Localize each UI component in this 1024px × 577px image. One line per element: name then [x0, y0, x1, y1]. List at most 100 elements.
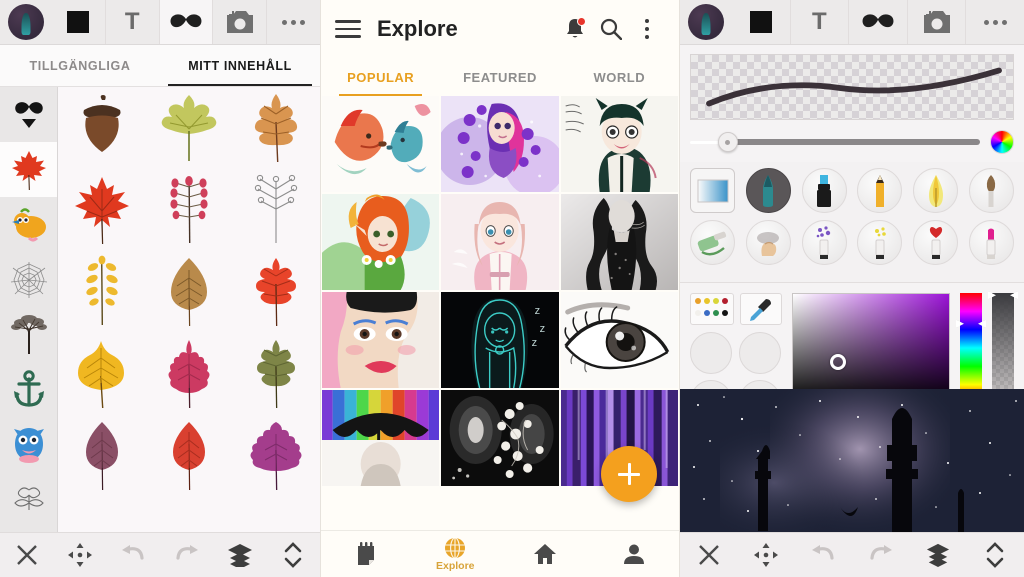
saved-color-slot-2[interactable] — [739, 332, 781, 374]
saturation-value-field[interactable] — [792, 293, 950, 403]
sticker-magenta-scalloped-leaf[interactable] — [233, 415, 320, 497]
sticker-outline-branch[interactable] — [233, 169, 320, 251]
avatar-cell-right[interactable] — [680, 0, 732, 44]
avatar-cell[interactable] — [0, 0, 52, 44]
sticker-pale-lobed-leaf[interactable] — [145, 87, 232, 169]
sticker-pink-serrated-leaf[interactable] — [145, 333, 232, 415]
brush-size-slider-thumb[interactable] — [717, 132, 738, 152]
sticker-tool-button-right[interactable] — [849, 0, 908, 44]
color-square-button-right[interactable] — [732, 0, 791, 44]
nav-notes[interactable] — [321, 542, 411, 566]
text-tool-button[interactable]: T — [105, 0, 160, 44]
add-photo-button-right[interactable] — [907, 0, 967, 44]
alpha-slider[interactable] — [992, 293, 1014, 403]
sticker-olive-oak-leaf[interactable] — [233, 333, 320, 415]
reorder-button[interactable] — [267, 533, 320, 577]
artwork-pastel-pop-face[interactable] — [322, 292, 440, 388]
more-options-button[interactable] — [267, 0, 320, 44]
sticker-yellow-aspen[interactable] — [58, 333, 145, 415]
notifications-button[interactable] — [557, 11, 593, 47]
artwork-green-haired-anime[interactable] — [560, 96, 678, 192]
close-button-right[interactable] — [680, 533, 737, 577]
brush-ink-pen[interactable] — [745, 168, 791, 213]
brush-fan[interactable] — [968, 168, 1014, 213]
layers-button[interactable] — [213, 533, 266, 577]
create-new-button[interactable] — [601, 446, 657, 502]
tab-available[interactable]: TILLGÄNGLIGA — [0, 45, 160, 86]
nav-explore[interactable]: Explore — [411, 536, 501, 572]
brush-spray-sparkle[interactable] — [857, 220, 903, 265]
brush-calligraphy[interactable] — [913, 168, 959, 213]
sticker-purple-leaf[interactable] — [58, 415, 145, 497]
category-maple-leaf[interactable] — [0, 142, 57, 197]
artwork-bw-floral-dark[interactable] — [441, 390, 559, 486]
category-tree[interactable] — [0, 307, 57, 362]
nav-profile[interactable] — [590, 543, 680, 565]
category-mustache[interactable] — [0, 87, 57, 142]
overflow-menu-button[interactable] — [629, 11, 665, 47]
nav-home[interactable] — [500, 543, 590, 565]
tab-popular[interactable]: POPULAR — [321, 58, 440, 96]
sticker-yellow-fern[interactable] — [58, 251, 145, 333]
redo-button[interactable] — [160, 533, 213, 577]
avatar[interactable] — [8, 4, 44, 40]
brush-size-slider[interactable] — [690, 132, 980, 152]
brush-paint-roller[interactable] — [690, 220, 735, 265]
sv-cursor[interactable] — [830, 354, 847, 371]
tab-my-content[interactable]: MITT INNEHÅLL — [160, 45, 320, 86]
category-bird[interactable] — [0, 197, 57, 252]
palette-button[interactable] — [690, 293, 734, 325]
move-button-right[interactable] — [737, 533, 794, 577]
artwork-bw-tattoo-portrait[interactable] — [560, 194, 678, 290]
close-button[interactable] — [0, 533, 53, 577]
brush-gradient-tool[interactable] — [690, 168, 735, 213]
eyedropper-button[interactable] — [740, 293, 782, 325]
move-button[interactable] — [53, 533, 106, 577]
sticker-red-oak-leaf[interactable] — [233, 251, 320, 333]
brush-pencil[interactable] — [857, 168, 903, 213]
more-options-button-right[interactable] — [966, 0, 1024, 44]
artwork-rainbow-umbrella[interactable] — [322, 390, 440, 486]
hue-slider-marker[interactable] — [956, 320, 986, 328]
tab-world[interactable]: WORLD — [560, 58, 679, 96]
saved-color-slot-1[interactable] — [690, 332, 732, 374]
artwork-purple-flower-girl[interactable] — [441, 96, 559, 192]
brush-stroke-preview[interactable] — [690, 54, 1014, 120]
color-wheel-button[interactable] — [990, 130, 1014, 154]
brush-spray-dots[interactable] — [801, 220, 847, 265]
category-anchor[interactable] — [0, 362, 57, 417]
alpha-slider-marker[interactable] — [988, 291, 1018, 299]
brush-lipstick[interactable] — [968, 220, 1014, 265]
sticker-tool-button[interactable] — [159, 0, 214, 44]
category-ornament[interactable] — [0, 472, 57, 527]
add-photo-button[interactable] — [213, 0, 268, 44]
brush-heart-stamp[interactable] — [913, 220, 959, 265]
artwork-pencil-eye-study[interactable] — [560, 292, 678, 388]
category-spiderweb[interactable] — [0, 252, 57, 307]
avatar-right[interactable] — [688, 4, 724, 40]
brush-smudge[interactable] — [745, 220, 791, 265]
color-square-button[interactable] — [52, 0, 106, 44]
artwork-fire-hair-elf[interactable] — [322, 194, 440, 290]
drawing-canvas[interactable] — [680, 389, 1024, 532]
sticker-red-maple[interactable] — [58, 169, 145, 251]
layers-button-right[interactable] — [909, 533, 966, 577]
sticker-acorn[interactable] — [58, 87, 145, 169]
hamburger-menu-icon[interactable] — [335, 15, 361, 43]
artwork-neon-sleeping-girl[interactable]: zzz — [441, 292, 559, 388]
text-tool-button-right[interactable]: T — [790, 0, 850, 44]
artwork-pink-hoodie-girl[interactable] — [441, 194, 559, 290]
undo-button[interactable] — [107, 533, 160, 577]
hue-slider[interactable] — [960, 293, 982, 403]
brush-marker[interactable] — [801, 168, 847, 213]
reorder-button-right[interactable] — [967, 533, 1024, 577]
sticker-orange-oak-leaf[interactable] — [233, 87, 320, 169]
sticker-red-simple-leaf[interactable] — [145, 415, 232, 497]
redo-button-right[interactable] — [852, 533, 909, 577]
sticker-berry-branch[interactable] — [145, 169, 232, 251]
artwork-watercolor-foxes[interactable] — [322, 96, 440, 192]
undo-button-right[interactable] — [795, 533, 852, 577]
tab-featured[interactable]: FEATURED — [440, 58, 559, 96]
category-monster[interactable] — [0, 417, 57, 472]
category-rail[interactable] — [0, 87, 58, 532]
